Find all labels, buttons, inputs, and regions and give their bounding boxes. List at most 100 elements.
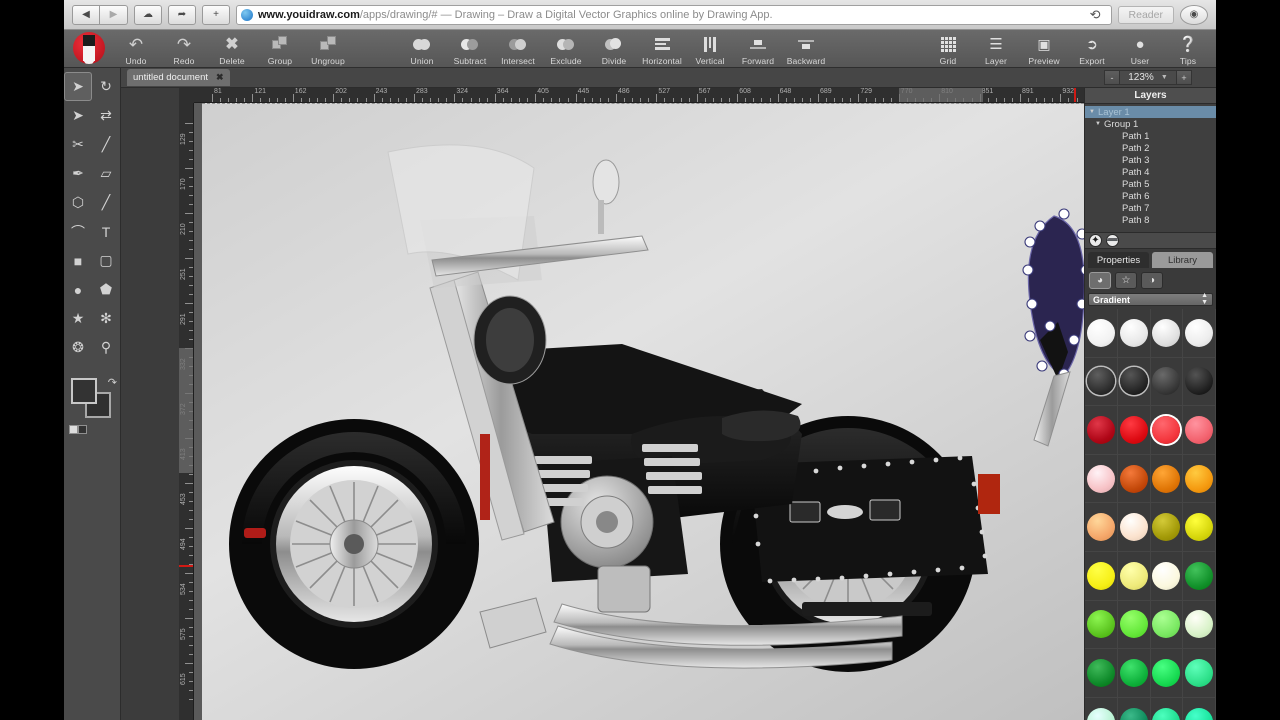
gradient-select[interactable]: Gradient ▲▼ xyxy=(1088,293,1213,306)
saddlebag-buckle-1[interactable] xyxy=(790,502,820,522)
path-node-handle[interactable] xyxy=(1059,209,1069,219)
swatch-cell[interactable] xyxy=(1118,358,1151,407)
toolbar-horizontal-button[interactable]: Horizontal xyxy=(638,30,686,66)
swatch-cell[interactable] xyxy=(1183,649,1216,698)
gradient-swatch[interactable] xyxy=(1087,659,1115,687)
swatch-cell[interactable] xyxy=(1183,698,1216,720)
path-node-handle[interactable] xyxy=(1077,299,1084,309)
swatch-cell[interactable] xyxy=(1183,358,1216,407)
swatch-cell[interactable] xyxy=(1183,309,1216,358)
remove-layer-button[interactable]: ➖ xyxy=(1106,234,1119,247)
line-tool[interactable]: ╱ xyxy=(92,188,120,217)
reload-icon[interactable]: ⟲ xyxy=(1084,7,1107,23)
tab-properties[interactable]: Properties xyxy=(1088,252,1149,268)
shapes-icon[interactable]: ◑ xyxy=(1141,272,1163,289)
path-node-handle[interactable] xyxy=(1045,321,1055,331)
layer-row[interactable]: Path 5 xyxy=(1085,178,1216,190)
gradient-swatch-grid[interactable] xyxy=(1085,309,1216,720)
new-tab-button[interactable]: + xyxy=(202,5,230,25)
star-preset-icon[interactable]: ☆ xyxy=(1115,272,1137,289)
brush-tool[interactable]: ✒ xyxy=(64,159,92,188)
swatch-cell[interactable] xyxy=(1118,698,1151,720)
path-node-handle[interactable] xyxy=(1037,361,1047,371)
rear-bumper[interactable] xyxy=(802,602,932,616)
layer-row[interactable]: Path 7 xyxy=(1085,202,1216,214)
rectangle-tool[interactable]: ■ xyxy=(64,246,92,275)
swatch-cell[interactable] xyxy=(1118,309,1151,358)
gradient-swatch[interactable] xyxy=(1185,562,1213,590)
address-bar[interactable]: www.youidraw.com/apps/drawing/# — Drawin… xyxy=(236,5,1112,25)
swatch-cell[interactable] xyxy=(1118,552,1151,601)
saddlebag-buckle-2[interactable] xyxy=(870,500,900,520)
gradient-swatch[interactable] xyxy=(1120,367,1148,395)
motorcycle-vector-illustration[interactable] xyxy=(202,104,1084,720)
toolbar-preview-button[interactable]: ▣Preview xyxy=(1020,30,1068,66)
back-icon[interactable]: ◀ xyxy=(72,5,100,25)
swatch-cell[interactable] xyxy=(1085,358,1118,407)
rounded-rect-tool[interactable]: ▢ xyxy=(92,246,120,275)
gradient-swatch[interactable] xyxy=(1152,465,1180,493)
gradient-swatch[interactable] xyxy=(1087,610,1115,638)
gradient-swatch[interactable] xyxy=(1185,416,1213,444)
swatch-cell[interactable] xyxy=(1183,601,1216,650)
youidraw-logo[interactable] xyxy=(66,30,112,66)
rotate-tool[interactable]: ↻ xyxy=(92,72,120,101)
toolbar-delete-button[interactable]: ✖Delete xyxy=(208,30,256,66)
gradient-swatch[interactable] xyxy=(1087,562,1115,590)
front-reflector[interactable] xyxy=(244,528,266,538)
reader-button[interactable]: Reader xyxy=(1118,6,1174,24)
mesh-tool[interactable]: ❂ xyxy=(64,333,92,362)
gradient-swatch[interactable] xyxy=(1120,416,1148,444)
gradient-swatch[interactable] xyxy=(1152,319,1180,347)
swatch-cell[interactable] xyxy=(1151,649,1184,698)
canvas-viewport[interactable] xyxy=(194,103,1084,720)
toolbar-layer-button[interactable]: ☰Layer xyxy=(972,30,1020,66)
toolbar-subtract-button[interactable]: Subtract xyxy=(446,30,494,66)
swatch-cell[interactable] xyxy=(1085,601,1118,650)
swatch-cell[interactable] xyxy=(1151,309,1184,358)
toolbar-export-button[interactable]: ➲Export xyxy=(1068,30,1116,66)
layer-row[interactable]: Path 6 xyxy=(1085,190,1216,202)
selected-path[interactable] xyxy=(1023,209,1084,380)
swatch-cell[interactable] xyxy=(1085,309,1118,358)
layer-row[interactable]: Path 8 xyxy=(1085,214,1216,226)
swatch-cell[interactable] xyxy=(1118,406,1151,455)
toolbar-ungroup-button[interactable]: Ungroup xyxy=(304,30,352,66)
path-node-handle[interactable] xyxy=(1069,335,1079,345)
gradient-swatch[interactable] xyxy=(1185,513,1213,541)
gradient-swatch[interactable] xyxy=(1185,708,1213,720)
toolbar-group-button[interactable]: Group xyxy=(256,30,304,66)
swatch-cell[interactable] xyxy=(1183,406,1216,455)
document-tab[interactable]: untitled document ✖ xyxy=(127,69,230,86)
gradient-swatch[interactable] xyxy=(1087,708,1115,720)
artboard[interactable] xyxy=(202,103,1084,720)
swatch-cell[interactable] xyxy=(1085,503,1118,552)
path-node-handle[interactable] xyxy=(1025,237,1035,247)
layer-row[interactable]: ▼Layer 1 xyxy=(1085,106,1216,118)
scissors-tool[interactable]: ✂ xyxy=(64,130,92,159)
swap-colors-icon[interactable]: ↷ xyxy=(108,376,117,389)
zoom-out-button[interactable]: - xyxy=(1104,70,1120,85)
backrest-post[interactable] xyxy=(1034,372,1070,446)
layers-list[interactable]: ▼Layer 1▼Group 1Path 1Path 2Path 3Path 4… xyxy=(1085,104,1216,232)
swatch-cell[interactable] xyxy=(1151,406,1184,455)
swatch-cell[interactable] xyxy=(1085,649,1118,698)
color-swatch-control[interactable]: ↷ xyxy=(69,376,115,422)
zoom-level[interactable]: 123% ▼ xyxy=(1120,70,1176,85)
toolbar-forward-button[interactable]: Forward xyxy=(734,30,782,66)
vertical-ruler[interactable]: 129170210251291332372413453494534575615 xyxy=(179,103,194,720)
tab-library[interactable]: Library xyxy=(1152,252,1213,268)
gradient-swatch[interactable] xyxy=(1152,513,1180,541)
layer-row[interactable]: ▼Group 1 xyxy=(1085,118,1216,130)
pen-tool[interactable]: ╱ xyxy=(92,130,120,159)
gradient-swatch[interactable] xyxy=(1152,416,1180,444)
fill-bucket-icon[interactable]: ◕ xyxy=(1089,272,1111,289)
default-colors-icon[interactable] xyxy=(69,425,87,434)
gradient-swatch[interactable] xyxy=(1120,659,1148,687)
swatch-cell[interactable] xyxy=(1183,552,1216,601)
footboard[interactable] xyxy=(480,598,546,648)
polygon-path-tool[interactable]: ⬡ xyxy=(64,188,92,217)
toolbar-backward-button[interactable]: Backward xyxy=(782,30,830,66)
mirror[interactable] xyxy=(593,160,619,204)
gradient-swatch[interactable] xyxy=(1152,659,1180,687)
